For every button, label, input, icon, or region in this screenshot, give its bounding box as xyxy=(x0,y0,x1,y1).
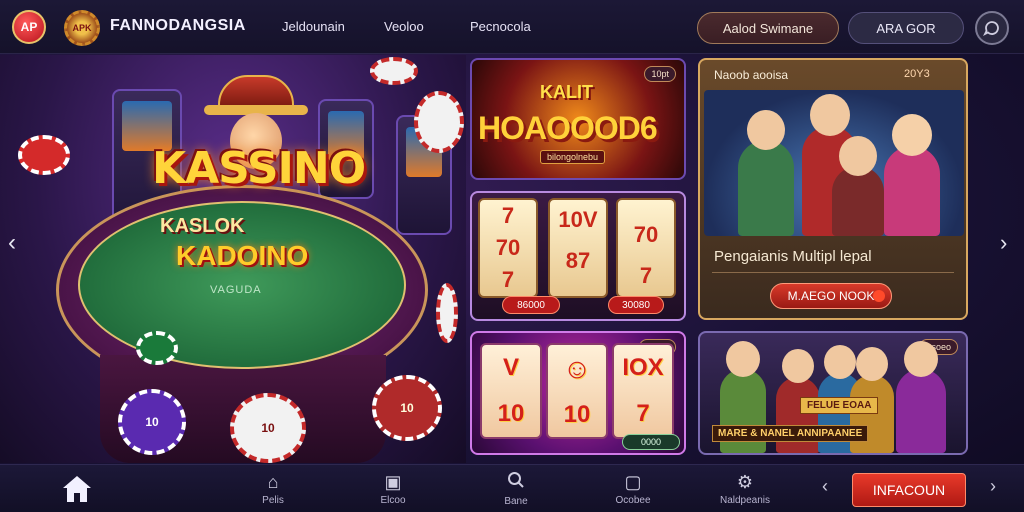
nav-label: Ocobee xyxy=(615,495,651,506)
nav-item-ocobee[interactable]: ▢ Ocobee xyxy=(598,465,668,512)
signup-button[interactable]: Aalod Swimane xyxy=(697,12,839,44)
nav-link-2[interactable]: Veoloo xyxy=(384,19,424,34)
slot-bet-button[interactable]: 86000 xyxy=(502,296,560,314)
gear-icon: ⚙ xyxy=(736,472,754,492)
tile1-title-small: KALIT xyxy=(540,82,593,102)
nav-item-elcoo[interactable]: ▣ Elcoo xyxy=(358,465,428,512)
character-figure xyxy=(884,114,940,236)
record-dot-icon xyxy=(873,290,885,302)
cta-button[interactable]: INFACOUN xyxy=(852,473,966,507)
hero-title: KASSINO xyxy=(152,143,366,194)
chevron-right-icon[interactable]: › xyxy=(1000,230,1007,256)
nav-label: Elcoo xyxy=(380,495,406,506)
home-icon[interactable] xyxy=(60,473,94,505)
featured-text: Pengaianis Multipl lepal xyxy=(714,248,872,265)
slot-reel: 10V 87 xyxy=(548,198,608,298)
tile3-button[interactable]: 0000 xyxy=(622,434,680,450)
hero-banner[interactable]: KASSINO KASLOK KADOINO VAGUDA 10 10 10 ‹ xyxy=(0,55,466,463)
chip-icon xyxy=(370,57,418,85)
slot-reel: ☺ 10 xyxy=(546,343,608,439)
nav-link-3[interactable]: Pecnocola xyxy=(470,19,531,34)
character-figure xyxy=(832,136,884,236)
nav-link-1[interactable]: Jeldounain xyxy=(282,19,345,34)
search-icon xyxy=(507,471,525,493)
divider xyxy=(712,272,954,273)
featured-badge: 20Y3 xyxy=(904,68,930,80)
top-bar: AP APK FANNODANGSIA Jeldounain Veoloo Pe… xyxy=(0,0,1024,54)
featured-heading: Naoob aooisa xyxy=(714,68,789,82)
chip-white: 10 xyxy=(230,393,306,463)
chevron-left-icon[interactable]: ‹ xyxy=(8,229,16,257)
chat-icon[interactable] xyxy=(975,11,1009,45)
chevron-left-icon[interactable]: ‹ xyxy=(822,476,828,497)
table-subtitle: KASLOK xyxy=(160,215,245,237)
tile1-title: HOAOOOD6 xyxy=(478,110,658,146)
nav-label: Naldpeanis xyxy=(719,495,771,506)
slot-reel: 70 7 xyxy=(616,198,676,298)
slot-reel: IOX 7 xyxy=(612,343,674,439)
character-figure xyxy=(738,110,794,236)
slot-reel: V 10 xyxy=(480,343,542,439)
logo[interactable]: AP xyxy=(12,10,46,44)
square-icon: ▣ xyxy=(384,472,402,492)
nav-item-pelis[interactable]: ⌂ Pelis xyxy=(238,465,308,512)
table-tagline: VAGUDA xyxy=(210,284,262,296)
brand-gear-icon: APK xyxy=(64,10,100,46)
chip-icon xyxy=(414,91,464,153)
chip-icon xyxy=(436,283,458,343)
chip-purple: 10 xyxy=(118,389,186,455)
table-title: KADOINO xyxy=(176,240,309,271)
chevron-right-icon[interactable]: › xyxy=(990,476,996,497)
featured-button[interactable]: M.AEGO NOOK xyxy=(770,283,892,309)
app-root: AP APK FANNODANGSIA Jeldounain Veoloo Pe… xyxy=(0,0,1024,512)
tile4-banner: FELUE EOAA xyxy=(800,397,879,414)
character-figure xyxy=(896,341,946,453)
house-outline-icon: ⌂ xyxy=(267,472,279,492)
nav-item-bane[interactable]: Bane xyxy=(481,465,551,512)
tile-tag: 10pt xyxy=(644,66,676,82)
nav-label: Bane xyxy=(504,496,528,507)
chip-icon xyxy=(18,135,70,175)
featured-image xyxy=(704,90,964,236)
slot-reel: 7 70 7 xyxy=(478,198,538,298)
nav-item-naldpeanis[interactable]: ⚙ Naldpeanis xyxy=(710,465,780,512)
window-icon: ▢ xyxy=(624,472,642,492)
login-button[interactable]: ARA GOR xyxy=(848,12,964,44)
brand-name[interactable]: FANNODANGSIA xyxy=(110,17,246,35)
tile4-subtitle: MARE & NANEL ANNIPAANEE xyxy=(712,425,869,442)
nav-label: Pelis xyxy=(262,495,284,506)
slot-spin-button[interactable]: 30080 xyxy=(608,296,664,314)
chip-red-green: 10 xyxy=(372,375,442,441)
chip-icon xyxy=(136,331,178,365)
tile1-subtitle: bilongolnebu xyxy=(540,150,606,164)
